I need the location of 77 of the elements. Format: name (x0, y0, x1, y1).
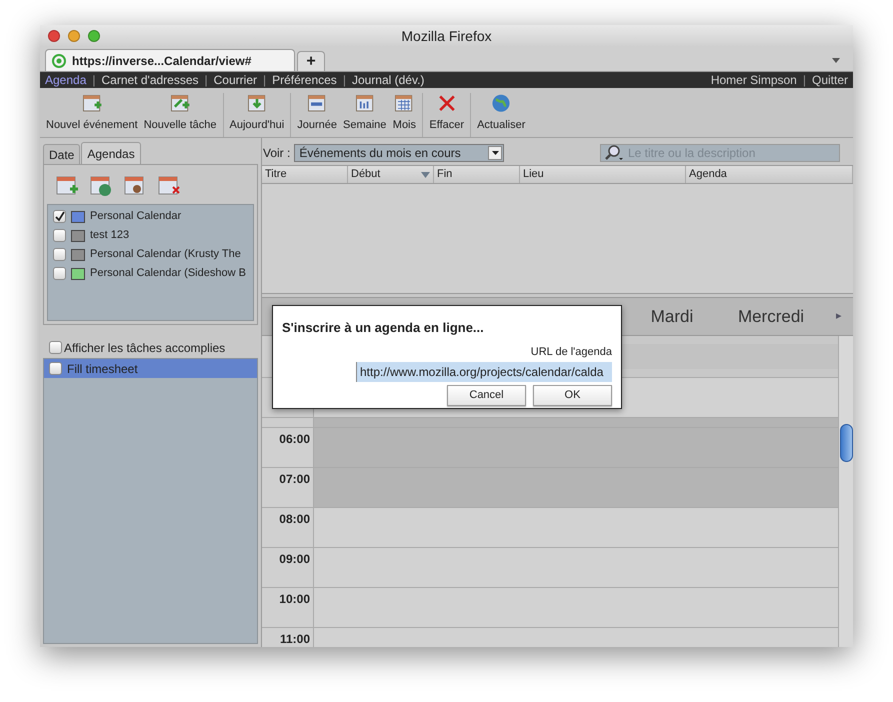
checkbox[interactable] (49, 341, 62, 354)
toolbar-button[interactable]: Actualiser (474, 93, 528, 133)
dropdown-arrow-icon[interactable] (832, 58, 840, 63)
checkbox[interactable] (53, 229, 66, 242)
nav-link[interactable]: Journal (dév.) (352, 71, 424, 89)
calendar-item[interactable]: Personal Calendar (Sideshow B (48, 264, 253, 283)
column-header[interactable]: Titre (262, 166, 348, 183)
calendar-item[interactable]: Personal Calendar (Krusty The (48, 245, 253, 264)
dialog-button[interactable]: Cancel (447, 385, 526, 406)
logout-link[interactable]: Quitter (812, 71, 848, 89)
browser-tab[interactable]: https://inverse...Calendar/view# (45, 49, 295, 71)
dropdown-arrow-icon (492, 150, 499, 154)
next-day-button[interactable]: ▸ (825, 308, 853, 325)
column-header[interactable]: Lieu (520, 166, 686, 183)
calendar-name: Personal Calendar (Sideshow B (90, 266, 246, 282)
show-completed-label: Afficher les tâches accomplies (64, 340, 226, 356)
sidebar-tab[interactable]: Date (43, 144, 80, 164)
toolbar-button[interactable]: Semaine (340, 93, 390, 133)
sort-arrow-icon (421, 172, 430, 178)
toolbar-button[interactable]: Journée (294, 93, 340, 133)
nav-link[interactable]: Courrier (214, 71, 257, 89)
day-label: Mercredi (736, 306, 806, 328)
nav-link[interactable]: Préférences (272, 71, 337, 89)
separator: | (342, 72, 346, 89)
hour-label: 10:00 (262, 588, 314, 627)
task-name: Fill timesheet (67, 360, 138, 378)
zoom-button[interactable] (88, 30, 100, 42)
task-item[interactable]: Fill timesheet (44, 359, 257, 378)
calendar-name: test 123 (90, 228, 130, 244)
calendar-item[interactable]: test 123 (48, 226, 253, 245)
nav-link[interactable]: Agenda (45, 71, 86, 89)
checkbox[interactable] (49, 362, 62, 375)
calendar-name: Personal Calendar (90, 209, 182, 224)
filter-label: Voir : (263, 144, 290, 162)
dialog-button[interactable]: OK (533, 385, 612, 406)
site-icon (52, 54, 66, 68)
toolbar-button[interactable]: Effacer (426, 93, 468, 133)
column-header[interactable]: Fin (434, 166, 520, 183)
window-title: Mozilla Firefox (400, 26, 493, 46)
scrollbar[interactable] (838, 336, 853, 647)
dialog-title: S'inscrire à un agenda en ligne... (282, 319, 485, 337)
toolbar-button[interactable]: Aujourd'hui (226, 93, 288, 133)
new-tab-button[interactable]: + (297, 51, 325, 71)
separator: | (92, 72, 96, 89)
url-field[interactable]: http://www.mozilla.org/projects/calendar/calda (356, 362, 612, 382)
separator: | (802, 72, 806, 89)
separator: | (262, 72, 266, 89)
column-header[interactable]: Agenda (686, 166, 853, 183)
calendar-web-icon[interactable] (90, 176, 112, 196)
sidebar-tab[interactable]: Agendas (81, 142, 141, 164)
nav-link[interactable]: Carnet d'adresses (102, 71, 199, 89)
calendar-add-icon[interactable] (56, 176, 78, 196)
user-link[interactable]: Homer Simpson (710, 71, 797, 89)
toolbar-button[interactable]: Nouvelle tâche (140, 93, 220, 133)
hour-label: 11:00 (262, 628, 314, 647)
checkbox[interactable] (53, 267, 66, 280)
toolbar-button[interactable]: Nouvel événement (43, 93, 141, 133)
separator: | (204, 72, 208, 89)
day-label: Mardi (650, 306, 694, 328)
calendar-item[interactable]: Personal Calendar (48, 207, 253, 226)
hour-label: 06:00 (262, 428, 314, 467)
search-icon (604, 144, 624, 160)
close-button[interactable] (48, 30, 60, 42)
hour-label: 09:00 (262, 548, 314, 587)
task-plus-icon (168, 93, 192, 114)
toolbar-button[interactable]: Mois (389, 93, 420, 133)
calendar-user-icon[interactable] (124, 176, 146, 196)
minimize-button[interactable] (68, 30, 80, 42)
column-header[interactable]: Début (348, 166, 434, 183)
checkbox[interactable] (53, 248, 66, 261)
calendar-name: Personal Calendar (Krusty The (90, 247, 241, 262)
filter-dropdown[interactable]: Événements du mois en cours (294, 144, 504, 162)
hour-label: 07:00 (262, 468, 314, 507)
calendar-remove-icon[interactable] (158, 176, 180, 196)
field-label: URL de l'agenda (530, 344, 612, 360)
hour-label: 08:00 (262, 508, 314, 547)
checkbox[interactable] (53, 210, 66, 223)
